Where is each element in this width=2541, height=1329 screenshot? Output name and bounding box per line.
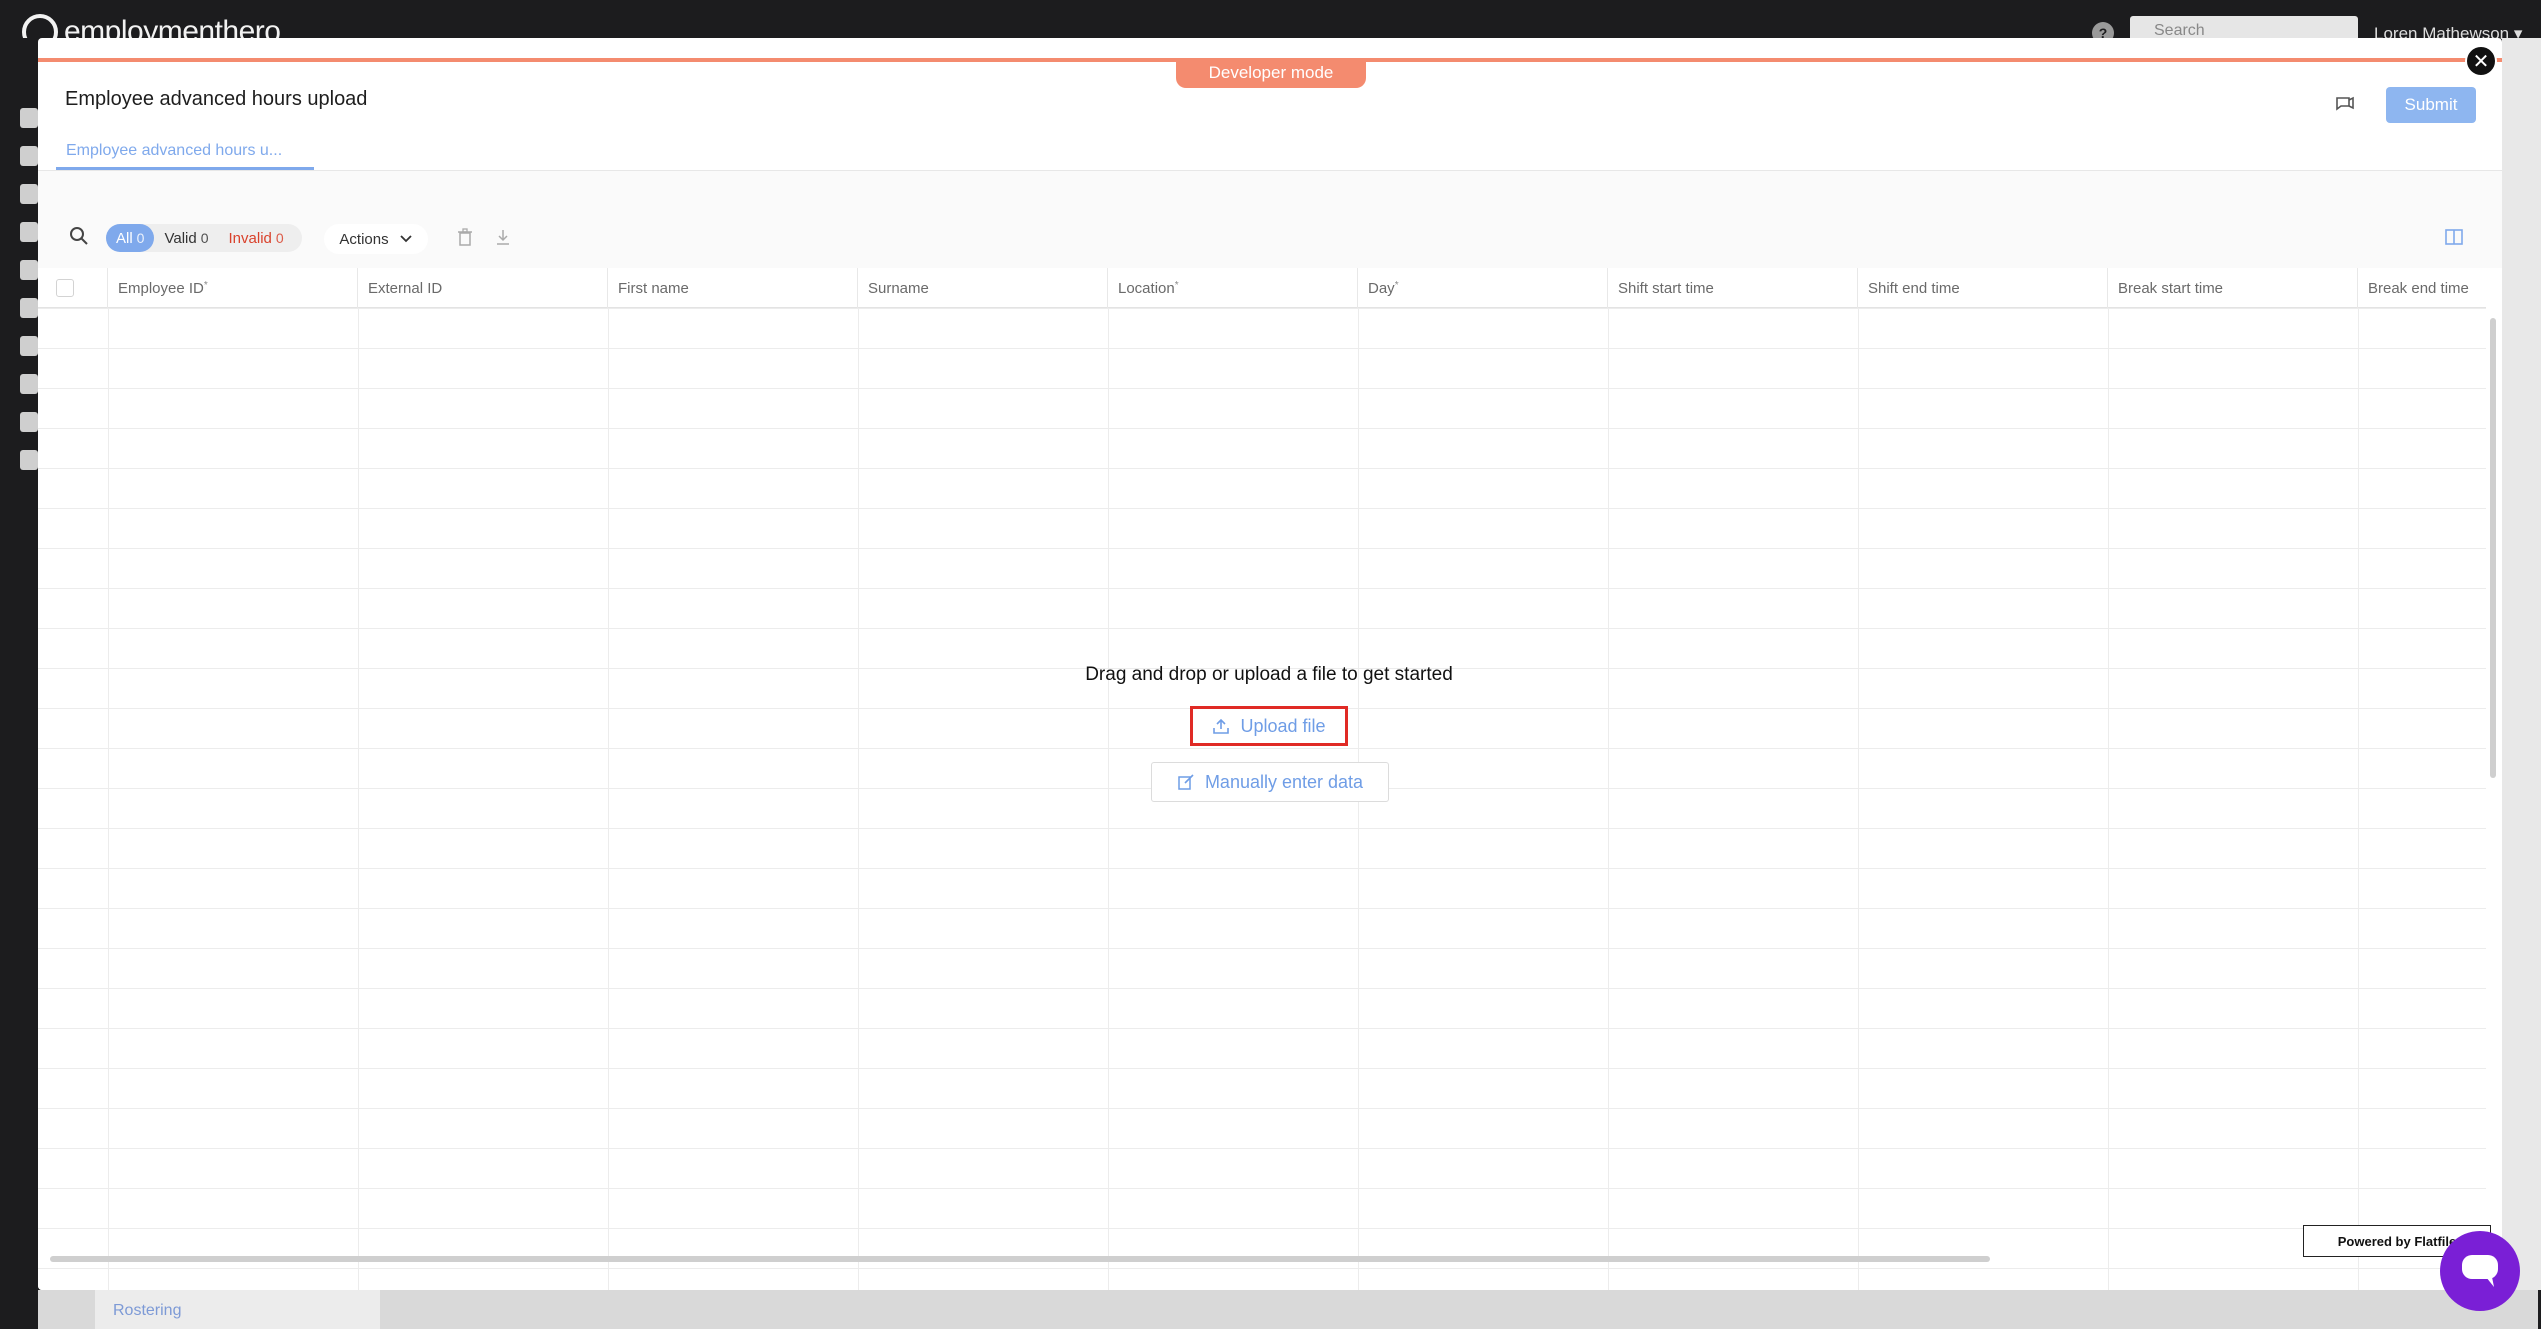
column-header[interactable]: Surname xyxy=(858,268,1108,308)
app-header: employmenthero ? Search Loren Mathewson … xyxy=(0,0,2541,50)
close-icon[interactable]: ✕ xyxy=(2465,45,2497,77)
column-divider xyxy=(1108,268,1109,1290)
column-divider xyxy=(108,268,109,1290)
actions-button[interactable]: Actions xyxy=(324,224,428,254)
required-marker: * xyxy=(203,280,208,291)
column-header-label: First name xyxy=(618,280,689,297)
column-header-label: Day xyxy=(1368,280,1395,297)
column-divider xyxy=(858,268,859,1290)
filter-all-count: 0 xyxy=(136,230,145,246)
filter-valid[interactable]: Valid 0 xyxy=(154,224,218,252)
vertical-scroll-thumb[interactable] xyxy=(2490,318,2496,778)
column-header[interactable]: Employee ID* xyxy=(108,268,358,308)
manual-entry-label: Manually enter data xyxy=(1204,771,1364,792)
filter-invalid[interactable]: Invalid 0 xyxy=(219,224,294,252)
filter-valid-label: Valid xyxy=(164,229,197,247)
select-all-cell xyxy=(38,268,108,308)
rostering-link[interactable]: Rostering xyxy=(95,1290,380,1329)
upload-modal: Developer mode Employee advanced hours u… xyxy=(38,38,2502,1290)
vertical-scrollbar[interactable] xyxy=(2486,268,2502,1290)
chat-icon[interactable] xyxy=(2440,1231,2520,1311)
column-header[interactable]: Break start time xyxy=(2108,268,2358,308)
clipboard-icon[interactable] xyxy=(20,450,38,470)
column-header-label: Employee ID xyxy=(118,280,204,297)
column-divider xyxy=(2108,268,2109,1290)
column-header-label: Location xyxy=(1118,280,1175,297)
column-header[interactable]: Shift start time xyxy=(1608,268,1858,308)
filter-all[interactable]: All 0 xyxy=(106,224,155,252)
empty-state-message: Drag and drop or upload a file to get st… xyxy=(1085,664,1453,685)
filter-invalid-count: 0 xyxy=(275,230,284,246)
column-header-label: Shift end time xyxy=(1868,280,1960,297)
required-marker: * xyxy=(1394,280,1399,291)
column-header[interactable]: First name xyxy=(608,268,858,308)
column-header-label: Shift start time xyxy=(1618,280,1714,297)
side-rail xyxy=(0,38,38,1329)
column-divider xyxy=(1858,268,1859,1290)
column-divider xyxy=(2358,268,2359,1290)
column-divider xyxy=(608,268,609,1290)
required-marker: * xyxy=(1174,280,1179,291)
briefcase-icon[interactable] xyxy=(20,146,38,166)
chat-bubble-glyph xyxy=(2462,1255,2498,1287)
column-header-label: External ID xyxy=(368,280,443,297)
calendar-icon[interactable] xyxy=(20,374,38,394)
megaphone-icon[interactable] xyxy=(20,222,38,242)
developer-mode-badge: Developer mode xyxy=(1176,58,1366,88)
select-all-checkbox[interactable] xyxy=(56,279,74,297)
column-header-label: Surname xyxy=(868,280,929,297)
data-grid: Employee ID* External ID First name Surn… xyxy=(38,268,2486,1290)
folder-icon[interactable] xyxy=(20,260,38,280)
filter-invalid-label: Invalid xyxy=(228,229,272,247)
edit-icon xyxy=(1178,774,1194,790)
money-icon[interactable] xyxy=(20,412,38,432)
grid-header: Employee ID* External ID First name Surn… xyxy=(38,268,2486,308)
grid-toolbar: All 0 Valid 0 Invalid 0 Actions xyxy=(38,171,2502,268)
tab-sheet[interactable]: Employee advanced hours u... xyxy=(56,136,314,170)
feedback-icon[interactable] xyxy=(2334,92,2356,114)
column-divider xyxy=(1608,268,1609,1290)
column-header-label: Break start time xyxy=(2118,280,2224,297)
manual-entry-button[interactable]: Manually enter data xyxy=(1151,762,1389,802)
actions-label: Actions xyxy=(339,230,389,248)
modal-title: Employee advanced hours upload xyxy=(65,88,368,110)
column-header-label: Break end time xyxy=(2368,280,2469,297)
upload-file-button[interactable]: Upload file xyxy=(1190,706,1348,746)
plane-icon[interactable] xyxy=(20,298,38,318)
horizontal-scrollbar[interactable] xyxy=(50,1256,1990,1262)
home-icon[interactable] xyxy=(20,108,38,128)
column-header[interactable]: Shift end time xyxy=(1858,268,2108,308)
trash-icon[interactable] xyxy=(456,227,474,247)
chevron-down-icon xyxy=(399,235,412,243)
submit-button[interactable]: Submit xyxy=(2386,87,2476,123)
filter-valid-count: 0 xyxy=(200,230,209,246)
column-header[interactable]: Location* xyxy=(1108,268,1358,308)
column-header[interactable]: Break end time xyxy=(2358,268,2486,308)
columns-icon[interactable] xyxy=(2444,227,2464,247)
status-filter: All 0 Valid 0 Invalid 0 xyxy=(106,224,302,252)
background-content xyxy=(2502,38,2541,1290)
upload-icon xyxy=(1213,718,1230,734)
people-icon[interactable] xyxy=(20,184,38,204)
background-footer xyxy=(38,1290,2538,1329)
filter-all-label: All xyxy=(116,229,133,247)
clock-icon[interactable] xyxy=(20,336,38,356)
search-icon[interactable] xyxy=(68,225,90,247)
column-divider xyxy=(358,268,359,1290)
upload-file-label: Upload file xyxy=(1240,715,1326,736)
download-icon[interactable] xyxy=(494,227,512,247)
column-header[interactable]: Day* xyxy=(1358,268,1608,308)
column-header[interactable]: External ID xyxy=(358,268,608,308)
